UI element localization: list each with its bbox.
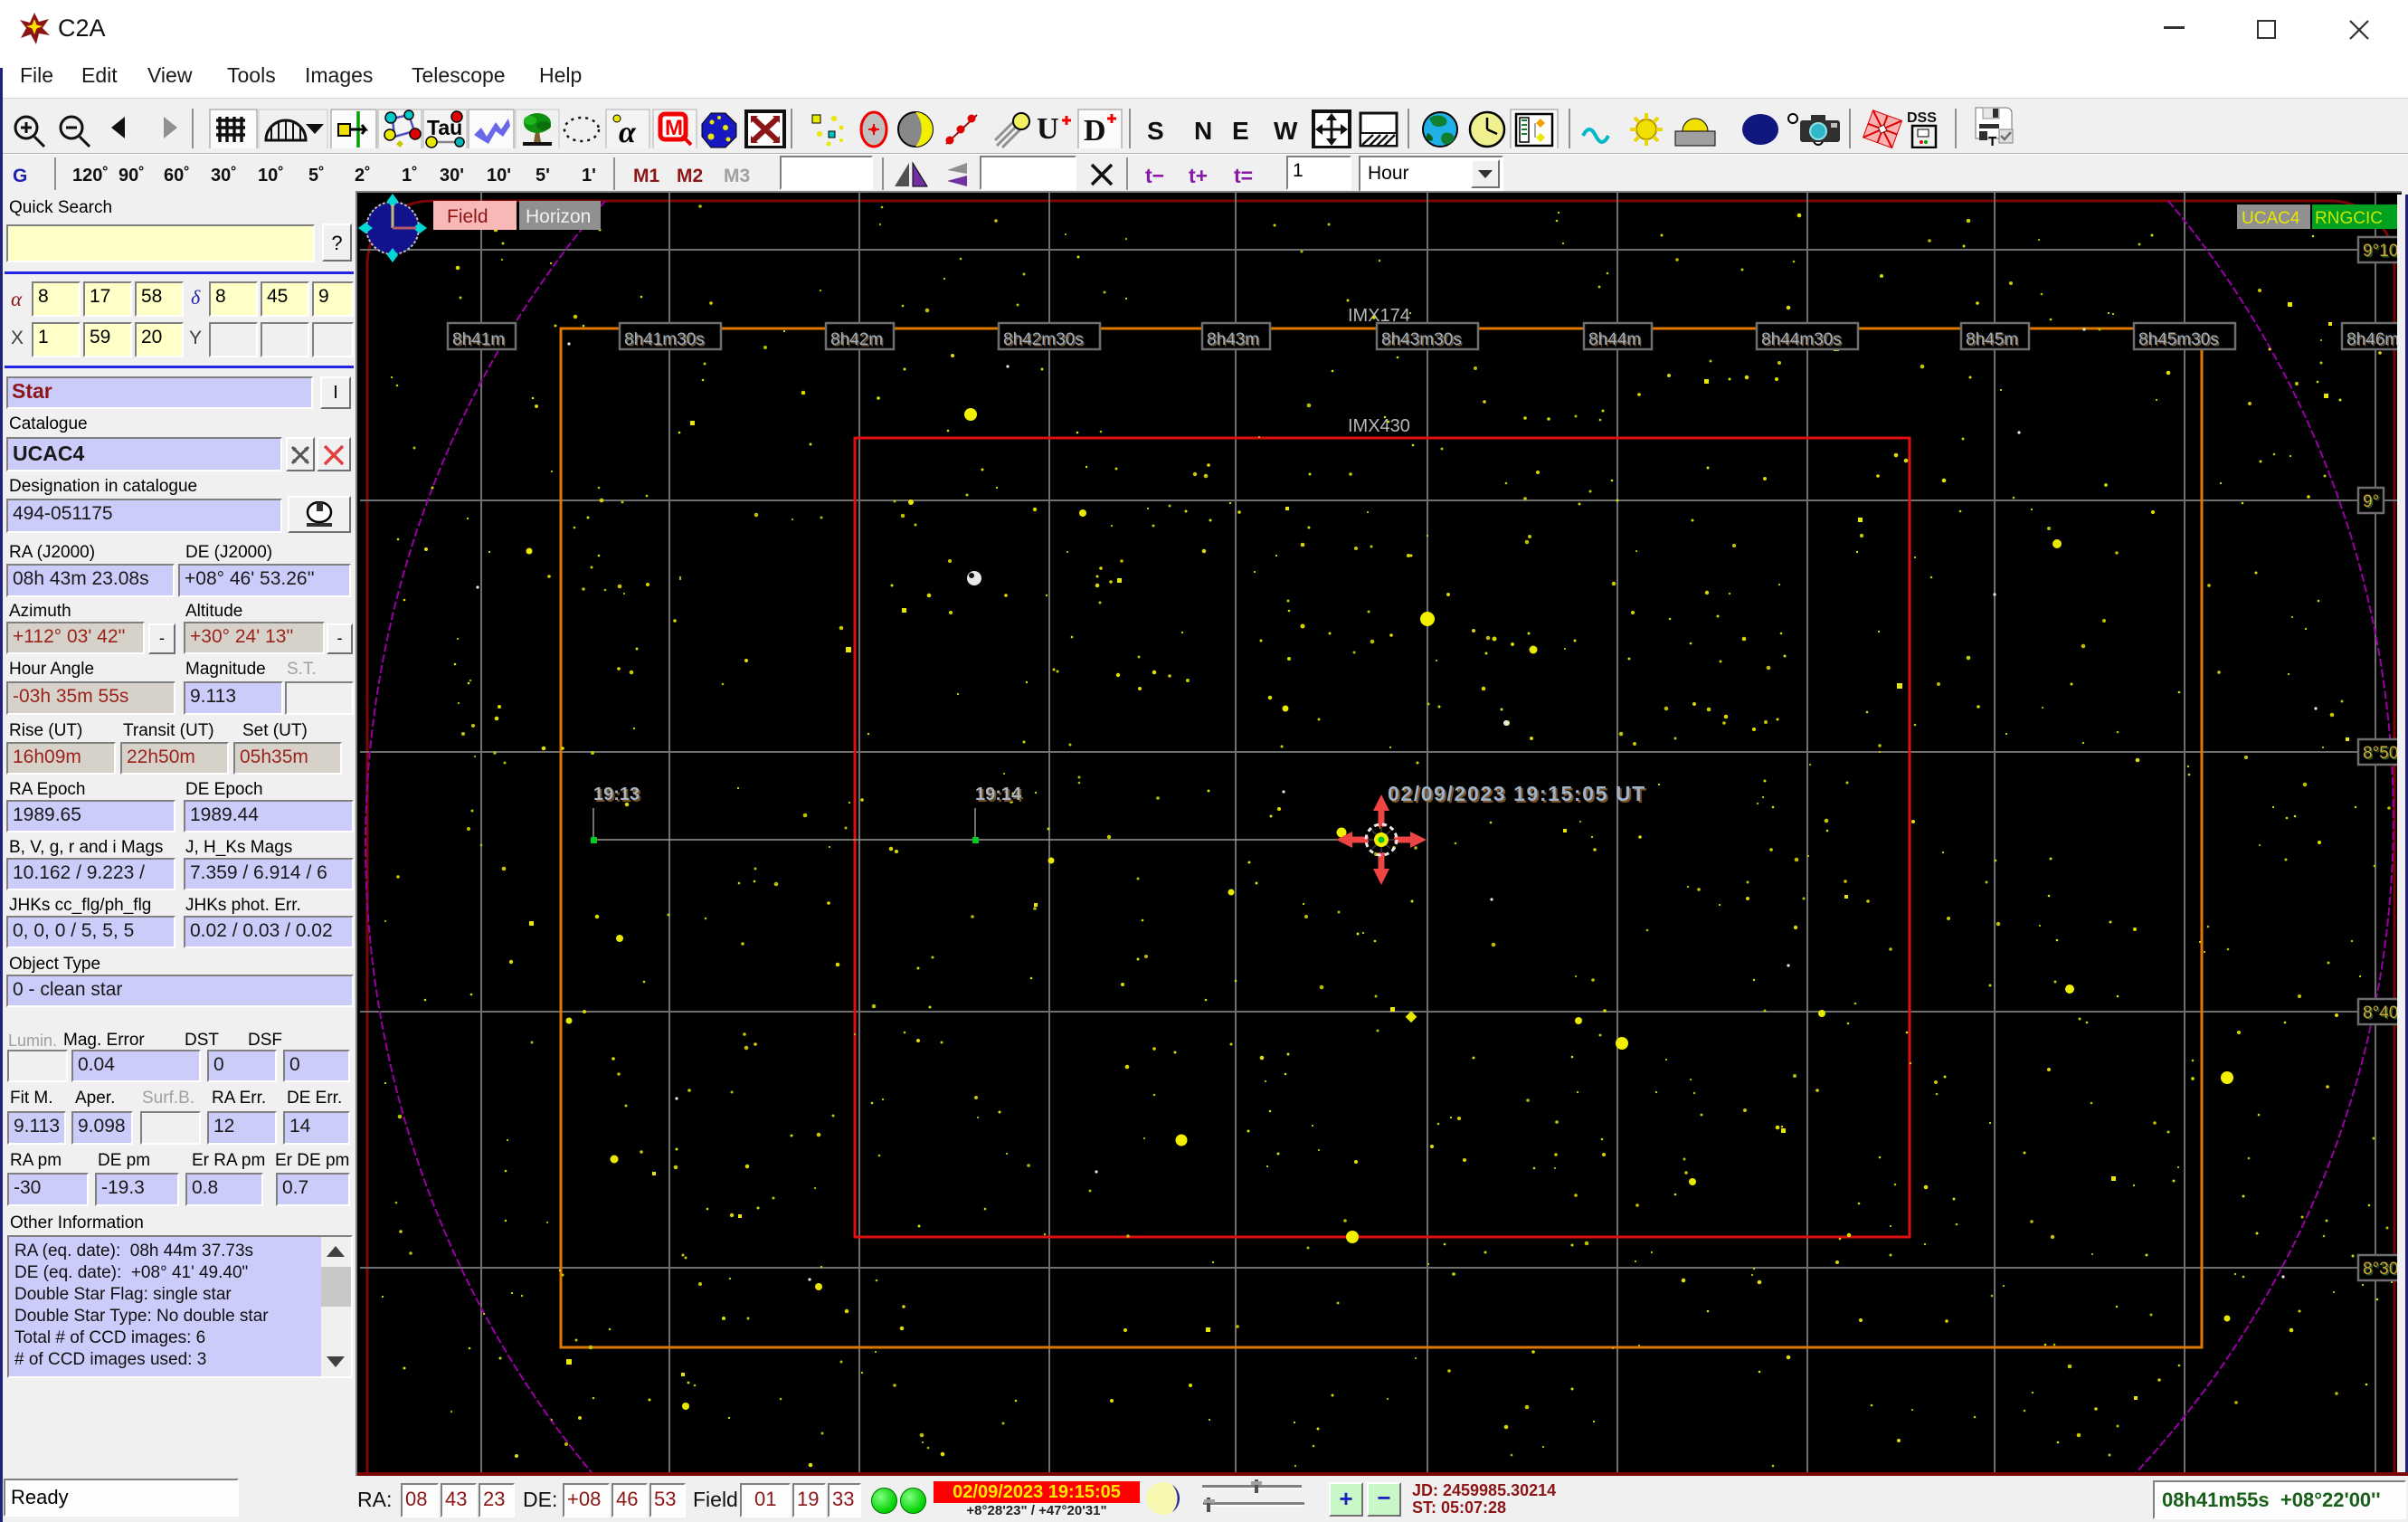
svg-text:S: S — [1147, 117, 1164, 145]
svg-text:E: E — [1232, 117, 1249, 145]
svg-text:M: M — [665, 116, 683, 140]
svg-text:U: U — [1037, 112, 1059, 146]
svg-text:UCAC4: UCAC4 — [2242, 209, 2300, 228]
svg-text:8h42m30s: 8h42m30s — [1003, 330, 1084, 349]
svg-text:Field: Field — [447, 206, 488, 227]
svg-text:8°50: 8°50 — [2363, 744, 2397, 763]
svg-text:8h44m30s: 8h44m30s — [1761, 330, 1842, 349]
svg-text:8h43m30s: 8h43m30s — [1381, 330, 1462, 349]
svg-text:19:14: 19:14 — [975, 785, 1022, 804]
svg-text:RNGCIC: RNGCIC — [2315, 209, 2383, 228]
svg-text:8h43m: 8h43m — [1207, 330, 1259, 349]
svg-text:8h45m: 8h45m — [1966, 330, 2018, 349]
svg-text:Horizon: Horizon — [526, 206, 591, 227]
svg-text:02/09/2023 19:15:05 UT: 02/09/2023 19:15:05 UT — [1388, 782, 1646, 805]
svg-text:8h44m: 8h44m — [1588, 330, 1641, 349]
svg-text:IMX430: IMX430 — [1348, 416, 1410, 436]
svg-text:19:13: 19:13 — [593, 785, 640, 804]
svg-text:9°10: 9°10 — [2363, 242, 2397, 261]
svg-text:8h41m: 8h41m — [452, 330, 505, 349]
svg-text:T: T — [1988, 134, 1996, 147]
svg-text:N: N — [1194, 117, 1212, 145]
svg-text:W: W — [1274, 117, 1298, 145]
svg-text:8h46m: 8h46m — [2346, 330, 2397, 349]
svg-text:α: α — [619, 116, 637, 148]
svg-text:D: D — [1084, 114, 1106, 147]
svg-text:9°: 9° — [2363, 492, 2379, 511]
svg-text:8°40: 8°40 — [2363, 1004, 2397, 1023]
svg-text:8h42m: 8h42m — [830, 330, 883, 349]
svg-text:8°30: 8°30 — [2363, 1260, 2397, 1279]
svg-text:DSS: DSS — [1907, 110, 1937, 126]
svg-text:8h41m30s: 8h41m30s — [624, 330, 705, 349]
svg-text:8h45m30s: 8h45m30s — [2138, 330, 2219, 349]
